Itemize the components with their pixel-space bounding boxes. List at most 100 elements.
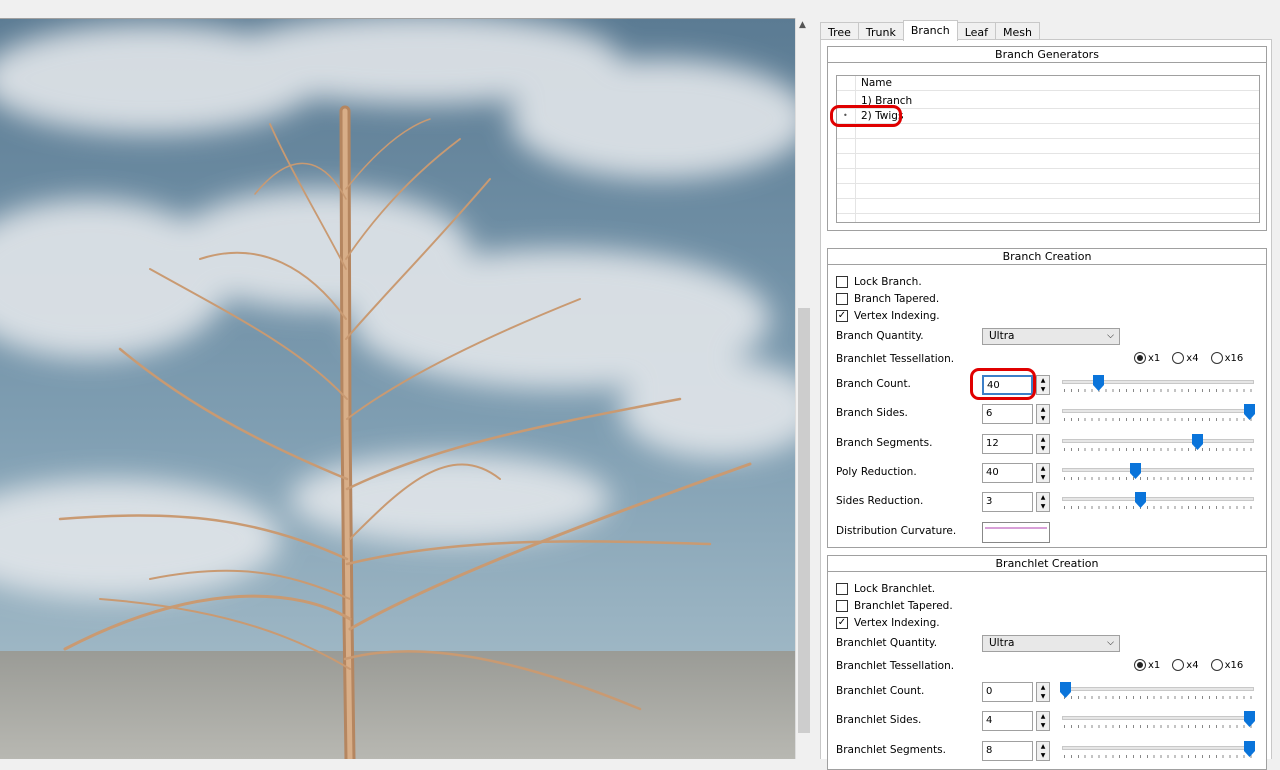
branchlet-segments-label: Branchlet Segments.	[836, 744, 946, 756]
branch-tapered-checkbox[interactable]: Branch Tapered.	[836, 293, 939, 305]
radio-circle[interactable]	[1172, 352, 1185, 364]
branch-sides-slider[interactable]	[1062, 404, 1256, 424]
list-row-empty	[837, 184, 1259, 199]
vertex-indexing-checkbox[interactable]: ✓ Vertex Indexing.	[836, 310, 940, 322]
spin-arrows-icon[interactable]: ▲ ▼	[1036, 711, 1050, 731]
radio-label: x1	[1148, 659, 1161, 671]
radio-x16[interactable]: x16	[1210, 659, 1244, 671]
checkbox-label: Lock Branchlet.	[854, 583, 936, 595]
slider-thumb[interactable]	[1244, 711, 1255, 727]
selected-row-marker-icon: •	[843, 111, 848, 120]
tab-tree[interactable]: Tree	[820, 22, 859, 40]
tree-render	[0, 19, 795, 759]
spin-arrows-icon[interactable]: ▲ ▼	[1036, 741, 1050, 761]
stepper-value[interactable]: 0	[982, 682, 1033, 702]
poly-reduction-slider[interactable]	[1062, 463, 1256, 483]
slider-thumb[interactable]	[1129, 463, 1141, 479]
radio-x1[interactable]: x1	[1134, 352, 1160, 364]
branchlet-count-slider[interactable]	[1060, 682, 1256, 702]
tab-trunk[interactable]: Trunk	[857, 22, 904, 40]
radio-circle[interactable]	[1172, 659, 1185, 671]
spin-arrows-icon[interactable]: ▲ ▼	[1036, 434, 1050, 454]
tab-branch[interactable]: Branch	[902, 20, 958, 41]
radio-circle[interactable]	[1210, 659, 1223, 671]
list-item[interactable]: 1) Branch	[837, 94, 1259, 109]
checkmark-icon[interactable]: ✓	[836, 310, 848, 322]
radio-label: x16	[1224, 659, 1244, 671]
branchlet-vertex-indexing-checkbox[interactable]: ✓ Vertex Indexing.	[836, 617, 940, 629]
branch-count-label: Branch Count.	[836, 378, 911, 390]
branch-segments-label: Branch Segments.	[836, 437, 933, 449]
radio-circle[interactable]	[1210, 352, 1223, 364]
tree-3d-viewport[interactable]	[0, 18, 795, 759]
stepper-value[interactable]: 3	[982, 492, 1033, 512]
branch-quantity-label: Branch Quantity.	[836, 330, 924, 342]
distribution-curvature-editor[interactable]	[982, 522, 1050, 543]
slider-thumb[interactable]	[1093, 375, 1105, 391]
stepper-value[interactable]: 40	[982, 375, 1033, 395]
radio-x16[interactable]: x16	[1210, 352, 1243, 364]
list-item-label: 2) Twigs	[861, 110, 904, 122]
slider-thumb[interactable]	[1192, 434, 1204, 450]
sides-reduction-stepper[interactable]: 3 ▲ ▼	[982, 492, 1050, 512]
stepper-value[interactable]: 6	[982, 404, 1033, 424]
checkbox-box[interactable]	[836, 293, 848, 305]
sides-reduction-slider[interactable]	[1062, 492, 1256, 512]
stepper-value[interactable]: 12	[982, 434, 1033, 454]
spin-arrows-icon[interactable]: ▲ ▼	[1036, 492, 1050, 512]
checkbox-box[interactable]	[836, 600, 848, 612]
branch-count-slider[interactable]	[1062, 375, 1256, 395]
branchlet-quantity-select[interactable]: Ultra ⌵	[982, 635, 1120, 652]
poly-reduction-label: Poly Reduction.	[836, 466, 917, 478]
branchlet-segments-stepper[interactable]: 8 ▲ ▼	[982, 741, 1050, 761]
branchlet-sides-slider[interactable]	[1062, 711, 1256, 731]
branchlet-count-stepper[interactable]: 0 ▲ ▼	[982, 682, 1050, 702]
slider-thumb[interactable]	[1135, 492, 1147, 508]
checkbox-box[interactable]	[836, 276, 848, 288]
tessellation-radio-group: x1 x4 x16	[1134, 352, 1255, 364]
lock-branch-checkbox[interactable]: Lock Branch.	[836, 276, 922, 288]
branch-quantity-select[interactable]: Ultra ⌵	[982, 328, 1120, 345]
lock-branchlet-checkbox[interactable]: Lock Branchlet.	[836, 583, 935, 595]
tab-leaf[interactable]: Leaf	[956, 22, 997, 40]
radio-circle[interactable]	[1134, 352, 1146, 364]
window-top-bar	[0, 0, 1280, 18]
chevron-down-icon: ⌵	[1107, 638, 1114, 648]
branchlet-tessellation-radio-group: x1 x4 x16	[1134, 659, 1255, 671]
group-title: Branchlet Creation	[827, 555, 1267, 572]
checkbox-label: Branch Tapered.	[854, 293, 940, 305]
branch-sides-stepper[interactable]: 6 ▲ ▼	[982, 404, 1050, 424]
poly-reduction-stepper[interactable]: 40 ▲ ▼	[982, 463, 1050, 483]
branchlet-tapered-checkbox[interactable]: Branchlet Tapered.	[836, 600, 953, 612]
branchlet-segments-slider[interactable]	[1062, 741, 1256, 761]
branch-segments-slider[interactable]	[1062, 434, 1256, 454]
tab-content: Branch Generators Name 1) Branch • 2) Twi…	[820, 39, 1272, 770]
slider-thumb[interactable]	[1244, 404, 1255, 420]
generator-list[interactable]: Name 1) Branch • 2) Twigs	[836, 75, 1260, 223]
branch-count-stepper[interactable]: 40 ▲ ▼	[982, 375, 1050, 395]
spin-arrows-icon[interactable]: ▲ ▼	[1036, 682, 1050, 702]
scroll-thumb[interactable]	[798, 308, 810, 733]
spin-arrows-icon[interactable]: ▲ ▼	[1036, 375, 1050, 395]
list-item[interactable]: • 2) Twigs	[837, 109, 1259, 124]
slider-thumb[interactable]	[1060, 682, 1071, 698]
radio-x4[interactable]: x4	[1172, 352, 1199, 364]
stepper-value[interactable]: 8	[982, 741, 1033, 761]
slider-thumb[interactable]	[1244, 741, 1255, 757]
branch-segments-stepper[interactable]: 12 ▲ ▼	[982, 434, 1050, 454]
radio-x4[interactable]: x4	[1172, 659, 1199, 671]
spin-arrows-icon[interactable]: ▲ ▼	[1036, 404, 1050, 424]
spin-arrows-icon[interactable]: ▲ ▼	[1036, 463, 1050, 483]
radio-x1[interactable]: x1	[1134, 659, 1160, 671]
viewport-scrollbar[interactable]: ▲	[795, 18, 812, 759]
checkbox-box[interactable]	[836, 583, 848, 595]
checkbox-label: Vertex Indexing.	[854, 310, 940, 322]
checkmark-icon[interactable]: ✓	[836, 617, 848, 629]
branchlet-sides-stepper[interactable]: 4 ▲ ▼	[982, 711, 1050, 731]
scroll-up-arrow-icon[interactable]: ▲	[799, 20, 806, 30]
stepper-value[interactable]: 40	[982, 463, 1033, 483]
tab-mesh[interactable]: Mesh	[995, 22, 1040, 40]
group-title: Branch Generators	[827, 46, 1267, 63]
radio-circle[interactable]	[1134, 659, 1146, 671]
stepper-value[interactable]: 4	[982, 711, 1033, 731]
